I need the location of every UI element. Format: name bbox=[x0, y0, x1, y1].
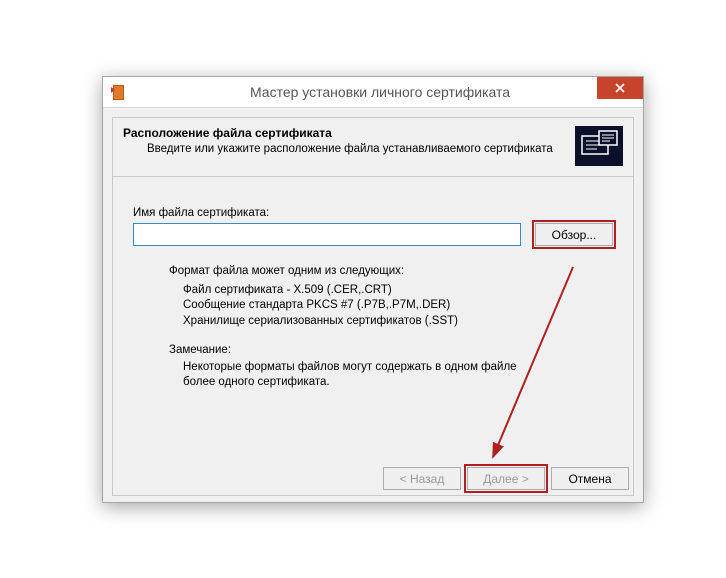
note-title: Замечание: bbox=[169, 343, 613, 359]
format-line-2: Сообщение стандарта PKCS #7 (.P7B,.P7M,.… bbox=[183, 298, 613, 314]
format-line-1: Файл сертификата - X.509 (.CER,.CRT) bbox=[183, 283, 613, 299]
back-button[interactable]: < Назад bbox=[383, 467, 461, 490]
format-line-3: Хранилище сериализованных сертификатов (… bbox=[183, 314, 613, 330]
filename-input[interactable] bbox=[133, 223, 521, 246]
cancel-button[interactable]: Отмена bbox=[551, 467, 629, 490]
window-title: Мастер установки личного сертификата bbox=[127, 84, 643, 100]
next-button[interactable]: Далее > bbox=[467, 467, 545, 490]
content-area: Имя файла сертификата: Обзор... Формат ф… bbox=[112, 177, 634, 496]
browse-button[interactable]: Обзор... bbox=[535, 223, 613, 246]
header-title: Расположение файла сертификата bbox=[123, 126, 567, 140]
certificate-icon bbox=[575, 126, 623, 166]
formats-intro: Формат файла может одним из следующих: bbox=[169, 264, 613, 280]
app-icon bbox=[111, 84, 127, 100]
info-block: Формат файла может одним из следующих: Ф… bbox=[133, 264, 613, 391]
wizard-button-row: < Назад Далее > Отмена bbox=[383, 467, 629, 490]
note-body: Некоторые форматы файлов могут содержать… bbox=[169, 360, 543, 391]
titlebar: Мастер установки личного сертификата bbox=[103, 77, 643, 108]
filename-label: Имя файла сертификата: bbox=[133, 207, 613, 219]
wizard-window: Мастер установки личного сертификата Рас… bbox=[102, 76, 644, 503]
header-panel: Расположение файла сертификата Введите и… bbox=[112, 117, 634, 177]
close-button[interactable] bbox=[597, 77, 643, 99]
close-icon bbox=[615, 83, 625, 93]
header-subtitle: Введите или укажите расположение файла у… bbox=[123, 143, 567, 155]
